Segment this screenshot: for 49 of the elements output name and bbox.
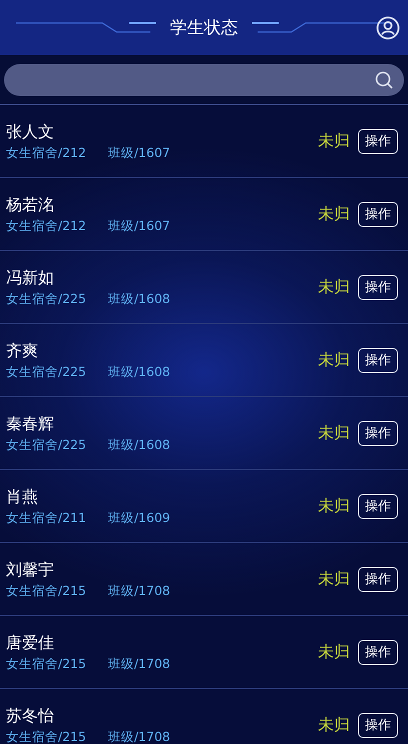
- status-label: 未归: [318, 350, 350, 370]
- user-icon[interactable]: [376, 16, 400, 40]
- dorm-room: 女生宿舍/225: [6, 437, 86, 454]
- status-label: 未归: [318, 496, 350, 516]
- student-name: 肖燕: [6, 487, 39, 508]
- action-button[interactable]: 操作: [358, 274, 398, 300]
- action-button[interactable]: 操作: [358, 712, 398, 738]
- action-button[interactable]: 操作: [358, 566, 398, 592]
- dorm-room: 女生宿舍/225: [6, 364, 86, 381]
- class-number: 班级/1607: [108, 145, 170, 162]
- status-label: 未归: [318, 642, 350, 662]
- student-name: 杨若洺: [6, 195, 55, 216]
- student-name: 唐爱佳: [6, 633, 55, 654]
- action-button[interactable]: 操作: [358, 640, 398, 664]
- search-icon[interactable]: [374, 70, 394, 90]
- student-name: 张人文: [6, 122, 55, 143]
- student-name: 刘馨宇: [6, 560, 55, 581]
- dorm-room: 女生宿舍/211: [6, 510, 86, 527]
- class-number: 班级/1607: [108, 218, 170, 235]
- student-name: 齐爽: [6, 341, 39, 362]
- action-button[interactable]: 操作: [358, 494, 398, 518]
- class-number: 班级/1608: [108, 364, 170, 381]
- class-number: 班级/1708: [108, 729, 170, 744]
- status-label: 未归: [318, 204, 350, 224]
- status-label: 未归: [318, 714, 350, 736]
- student-name: 冯新如: [6, 268, 55, 289]
- class-number: 班级/1609: [108, 510, 170, 527]
- student-name: 苏冬怡: [6, 706, 55, 727]
- class-number: 班级/1708: [108, 656, 170, 673]
- action-button[interactable]: 操作: [358, 202, 398, 226]
- class-number: 班级/1708: [108, 583, 170, 600]
- class-number: 班级/1608: [108, 291, 170, 308]
- status-label: 未归: [318, 568, 350, 590]
- dorm-room: 女生宿舍/225: [6, 291, 86, 308]
- dorm-room: 女生宿舍/215: [6, 729, 86, 744]
- status-label: 未归: [318, 276, 350, 298]
- action-button[interactable]: 操作: [358, 420, 398, 446]
- dorm-room: 女生宿舍/212: [6, 218, 86, 235]
- class-number: 班级/1608: [108, 437, 170, 454]
- page-title: 学生状态: [170, 17, 238, 39]
- status-label: 未归: [318, 422, 350, 444]
- dorm-room: 女生宿舍/215: [6, 583, 86, 600]
- dorm-room: 女生宿舍/212: [6, 145, 86, 162]
- status-label: 未归: [318, 130, 350, 152]
- action-button[interactable]: 操作: [358, 128, 398, 154]
- student-name: 秦春辉: [6, 414, 55, 435]
- action-button[interactable]: 操作: [358, 348, 398, 372]
- dorm-room: 女生宿舍/215: [6, 656, 86, 673]
- search-field[interactable]: [4, 64, 404, 96]
